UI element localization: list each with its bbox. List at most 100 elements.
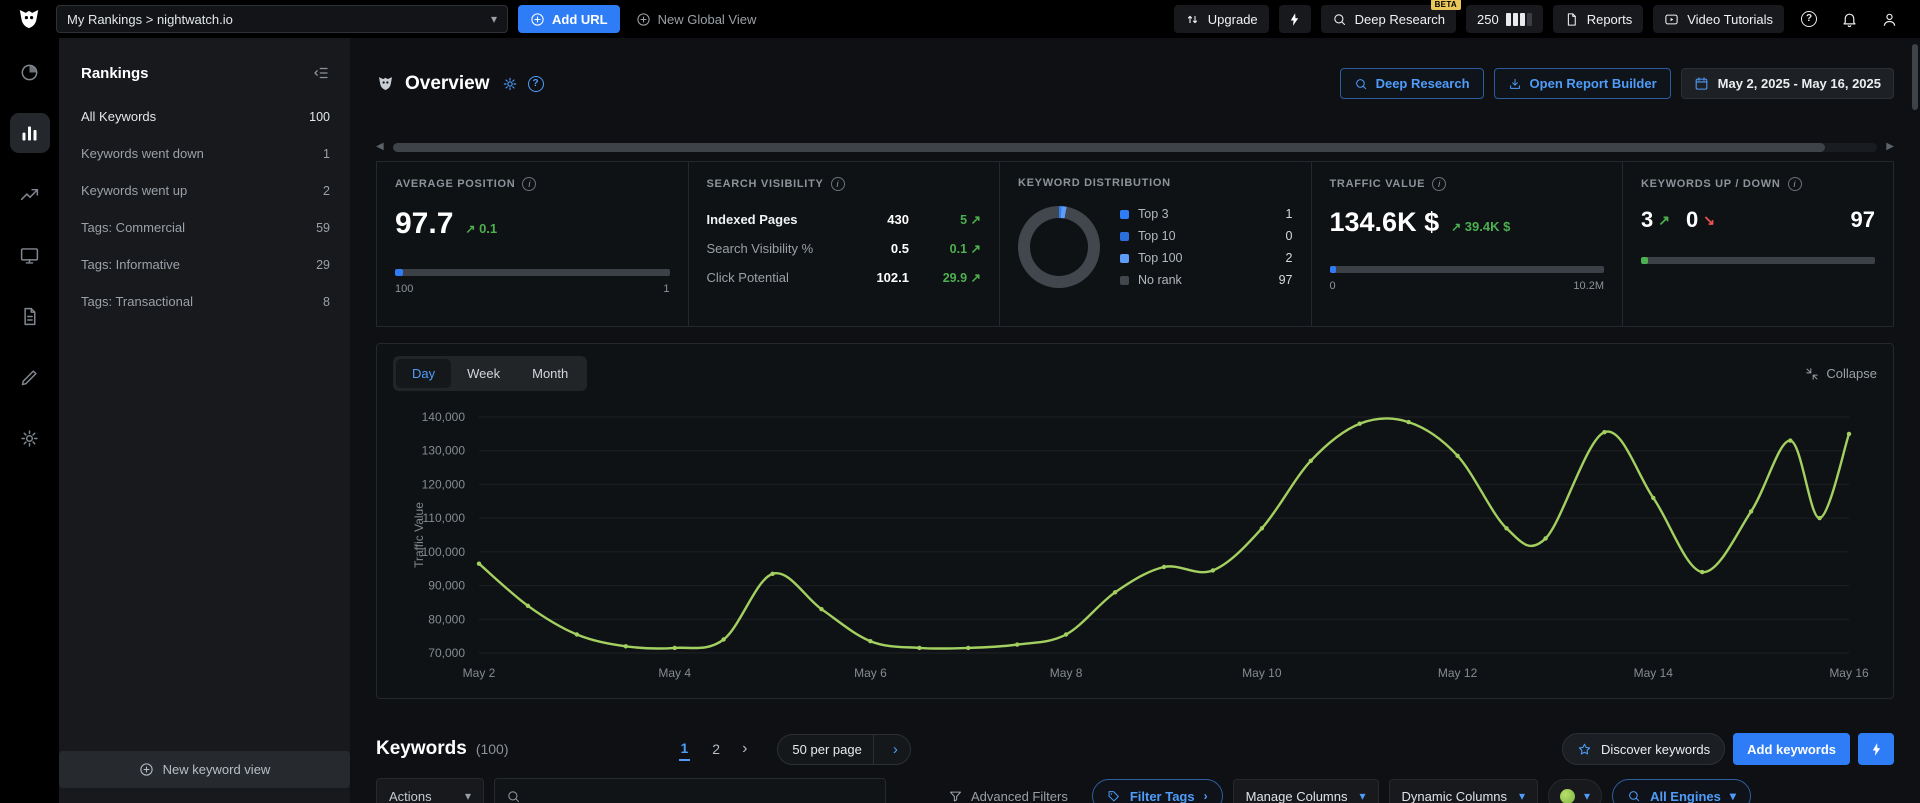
deep-research-overview-button[interactable]: Deep Research — [1339, 68, 1484, 99]
help-button[interactable]: ? — [1794, 5, 1824, 33]
search-visibility-card: SEARCH VISIBILITY i Indexed Pages 430 5 … — [687, 161, 1000, 327]
sidebar-title: Rankings — [81, 64, 149, 82]
sidebar-item-all-keywords[interactable]: All Keywords 100 — [81, 98, 330, 135]
add-url-label: Add URL — [552, 11, 608, 27]
all-engines-dropdown[interactable]: All Engines ▾ — [1612, 779, 1751, 803]
scale-right: 10.2M — [1573, 280, 1604, 292]
notifications-button[interactable] — [1834, 5, 1864, 33]
sidebar-item-tags-commercial[interactable]: Tags: Commercial 59 — [81, 209, 330, 246]
info-icon[interactable]: i — [522, 177, 537, 191]
discover-keywords-button[interactable]: Discover keywords — [1562, 733, 1726, 765]
rail-rankings-button[interactable] — [9, 113, 50, 153]
sidebar-item-keywords-went-down[interactable]: Keywords went down 1 — [81, 135, 330, 172]
engine-filter-dropdown[interactable]: ▾ — [1548, 779, 1603, 803]
rail-backlinks-button[interactable] — [10, 235, 50, 275]
scroll-right-icon[interactable]: ▶ — [1886, 142, 1894, 152]
tab-week[interactable]: Week — [451, 359, 516, 388]
overview-help-button[interactable]: ? — [527, 75, 544, 92]
legend-swatch — [1120, 275, 1129, 285]
rail-site-views-button[interactable] — [10, 174, 50, 214]
keywords-search-input[interactable] — [530, 788, 874, 803]
workspace-selector[interactable]: My Rankings > nightwatch.io ▾ — [56, 5, 508, 33]
date-range-label: May 2, 2025 - May 16, 2025 — [1717, 76, 1881, 91]
page-2-button[interactable]: 2 — [710, 738, 722, 760]
info-icon[interactable]: i — [830, 177, 845, 191]
advanced-filters-button[interactable]: Advanced Filters — [948, 789, 1068, 803]
filter-tags-button[interactable]: Filter Tags › — [1091, 779, 1223, 803]
dynamic-columns-dropdown[interactable]: Dynamic Columns ▾ — [1388, 779, 1539, 803]
tab-day[interactable]: Day — [396, 359, 452, 388]
svg-text:May 2: May 2 — [463, 666, 496, 680]
sort-arrows-icon — [1187, 15, 1197, 23]
svg-text:70,000: 70,000 — [428, 646, 465, 660]
sidebar-item-label: Keywords went down — [81, 146, 204, 161]
svg-text:100,000: 100,000 — [422, 545, 466, 559]
collapse-chart-button[interactable]: Collapse — [1805, 366, 1877, 381]
vertical-scrollbar[interactable] — [1912, 44, 1918, 110]
keywords-down-value: 0 ↘ — [1685, 207, 1715, 232]
updown-progress-bar — [1641, 257, 1875, 264]
owl-logo-icon — [19, 10, 39, 29]
star-icon — [1578, 743, 1591, 754]
open-report-builder-button[interactable]: Open Report Builder — [1493, 68, 1671, 99]
credits-meter[interactable]: 250 — [1466, 5, 1543, 33]
add-keywords-button[interactable]: Add keywords — [1733, 733, 1850, 765]
rail-reports-button[interactable] — [10, 296, 50, 336]
chart-area: 70,000 80,000 90,000 100,000 110,000 120,000 1… — [393, 403, 1877, 689]
per-page-selector[interactable]: 50 per page › — [777, 733, 911, 765]
rail-settings-button[interactable] — [10, 418, 50, 458]
down-arrow-icon: ↘ — [1703, 211, 1715, 228]
card-title: KEYWORDS UP / DOWN — [1641, 178, 1781, 190]
rail-dashboard-button[interactable] — [10, 52, 50, 92]
overview-settings-button[interactable] — [502, 76, 518, 92]
reports-button[interactable]: Reports — [1552, 5, 1644, 33]
svg-text:130,000: 130,000 — [422, 444, 466, 458]
next-page-button[interactable]: › — [742, 740, 747, 758]
scrollbar-track[interactable] — [392, 142, 1878, 152]
progress-fill — [1329, 266, 1336, 273]
collapse-sidebar-button[interactable] — [312, 64, 330, 82]
keywords-search[interactable] — [494, 778, 886, 803]
reports-label: Reports — [1586, 11, 1633, 27]
actions-dropdown[interactable]: Actions ▾ — [376, 778, 484, 803]
pencil-icon — [21, 369, 37, 385]
average-position-value: 97.7 — [395, 207, 454, 240]
video-tutorials-button[interactable]: Video Tutorials — [1653, 5, 1784, 33]
chevron-down-icon: ▾ — [1584, 789, 1591, 803]
new-keyword-view-button[interactable]: New keyword view — [59, 751, 350, 788]
new-global-view-button[interactable]: New Global View — [636, 12, 756, 27]
stats-cards: AVERAGE POSITION i 97.7 ↗ 0.1 100 1 SEAR… — [376, 161, 1894, 327]
svg-text:Traffic Value: Traffic Value — [412, 502, 426, 568]
boost-button[interactable] — [1278, 5, 1311, 33]
nightwatch-logo[interactable] — [12, 4, 46, 34]
icon-rail — [0, 38, 59, 803]
add-url-button[interactable]: Add URL — [518, 5, 620, 33]
upgrade-button[interactable]: Upgrade — [1173, 5, 1269, 33]
credit-segment — [1512, 12, 1518, 26]
info-icon[interactable]: i — [1787, 177, 1802, 191]
sidebar-item-tags-transactional[interactable]: Tags: Transactional 8 — [81, 283, 330, 320]
help-icon: ? — [527, 75, 544, 92]
rail-notes-button[interactable] — [10, 357, 50, 397]
quick-add-button[interactable] — [1858, 733, 1894, 765]
tab-month[interactable]: Month — [516, 359, 584, 388]
page-1-button[interactable]: 1 — [678, 737, 691, 761]
manage-columns-dropdown[interactable]: Manage Columns ▾ — [1232, 779, 1379, 803]
account-button[interactable] — [1874, 5, 1904, 33]
deep-research-button[interactable]: Deep Research BETA — [1320, 0, 1461, 33]
divider — [872, 734, 874, 764]
svg-text:May 10: May 10 — [1242, 666, 1282, 680]
sidebar-item-tags-informative[interactable]: Tags: Informative 29 — [81, 246, 330, 283]
traffic-value-card: TRAFFIC VALUE i 134.6K $ ↗ 39.4K $ 0 10.… — [1310, 161, 1623, 327]
info-icon[interactable]: i — [1432, 177, 1447, 191]
svg-text:110,000: 110,000 — [423, 511, 466, 525]
scrollbar-thumb[interactable] — [392, 142, 1826, 152]
date-range-picker[interactable]: May 2, 2025 - May 16, 2025 — [1680, 68, 1894, 99]
sidebar-item-count: 2 — [323, 183, 330, 198]
all-engines-label: All Engines — [1650, 788, 1721, 803]
scroll-left-icon[interactable]: ◀ — [376, 142, 384, 152]
sidebar-item-keywords-went-up[interactable]: Keywords went up 2 — [81, 172, 330, 209]
svg-text:May 8: May 8 — [1050, 666, 1083, 680]
search-icon — [1333, 13, 1345, 25]
traffic-progress-bar — [1329, 266, 1604, 273]
